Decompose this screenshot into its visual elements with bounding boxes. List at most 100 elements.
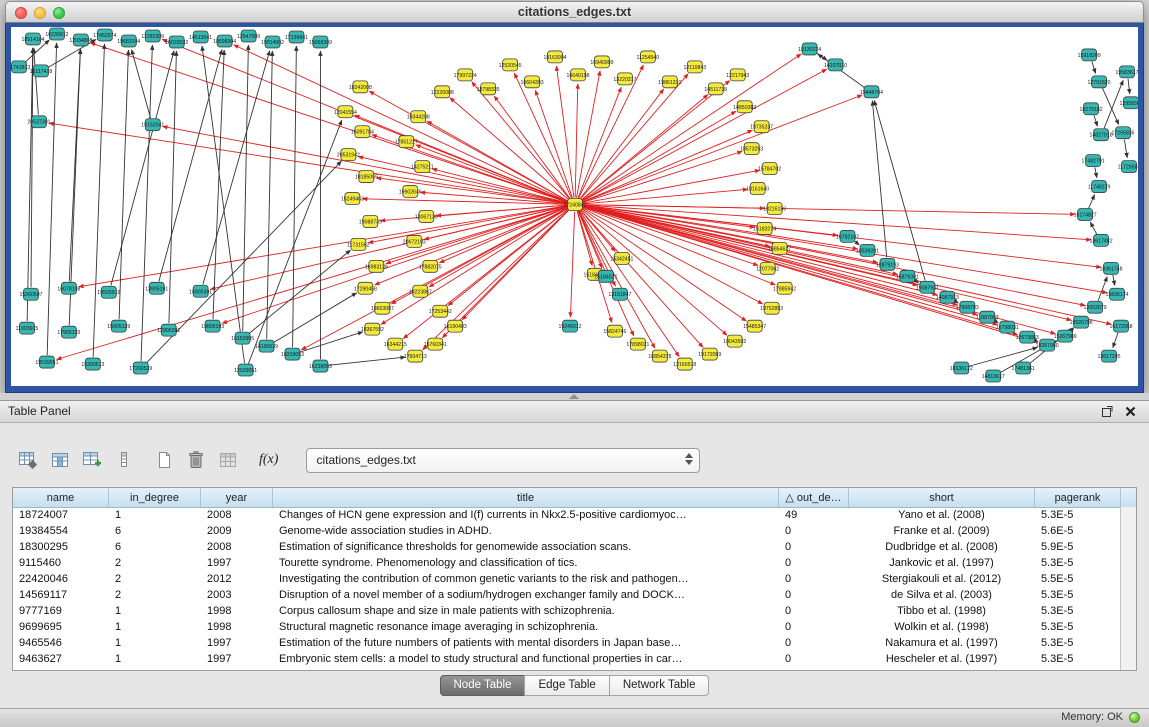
column-header-year[interactable]: year bbox=[201, 488, 273, 507]
graph-edge[interactable] bbox=[69, 49, 80, 281]
graph-node[interactable]: 12110843 bbox=[683, 61, 706, 73]
graph-edge[interactable] bbox=[243, 45, 249, 331]
graph-node[interactable]: 14513041 bbox=[189, 31, 212, 43]
graph-node[interactable]: 15918209 bbox=[1078, 49, 1101, 61]
table-select-dropdown[interactable]: citations_edges.txt bbox=[306, 448, 700, 473]
window-titlebar[interactable]: citations_edges.txt bbox=[5, 1, 1144, 23]
table-row[interactable]: 1830029562008Estimation of significance … bbox=[13, 539, 1121, 555]
graph-node[interactable]: 17885942 bbox=[773, 282, 796, 294]
graph-node[interactable]: 19088739 bbox=[359, 215, 382, 227]
graph-edge[interactable] bbox=[79, 206, 567, 287]
graph-node[interactable]: 14850383 bbox=[733, 101, 756, 113]
table-row[interactable]: 977716911998Corpus callosum shape and si… bbox=[13, 603, 1121, 619]
graph-node[interactable]: 16033032 bbox=[165, 36, 188, 48]
graph-node[interactable]: 16239053 bbox=[309, 360, 332, 372]
graph-node[interactable]: 15760341 bbox=[424, 338, 447, 350]
graph-node[interactable]: 12539051 bbox=[234, 364, 257, 376]
graph-node[interactable]: 12520545 bbox=[499, 59, 522, 71]
graph-edge[interactable] bbox=[210, 206, 567, 289]
graph-edge[interactable] bbox=[93, 44, 104, 357]
graph-edge[interactable] bbox=[579, 65, 644, 198]
graph-edge[interactable] bbox=[1113, 333, 1118, 348]
column-header-pagerank[interactable]: pagerank bbox=[1035, 488, 1121, 507]
graph-node[interactable]: 12160518 bbox=[673, 358, 696, 370]
graph-edge[interactable] bbox=[293, 46, 297, 347]
graph-node[interactable]: 15836174 bbox=[1106, 288, 1129, 300]
column-header-short[interactable]: short bbox=[849, 488, 1035, 507]
graph-edge[interactable] bbox=[1094, 115, 1098, 126]
graph-edge[interactable] bbox=[462, 209, 569, 319]
graph-edge[interactable] bbox=[816, 53, 827, 61]
graph-node[interactable]: 17908793 bbox=[956, 301, 979, 313]
float-panel-icon[interactable] bbox=[1102, 406, 1113, 417]
graph-edge[interactable] bbox=[583, 151, 743, 202]
graph-edge[interactable] bbox=[1128, 79, 1130, 94]
graph-node[interactable]: 16640198 bbox=[566, 69, 589, 81]
graph-node[interactable]: 16940999 bbox=[590, 56, 613, 68]
graph-edge[interactable] bbox=[49, 123, 567, 203]
show-columns-icon[interactable] bbox=[46, 447, 73, 474]
graph-edge[interactable] bbox=[203, 51, 270, 285]
graph-edge[interactable] bbox=[169, 51, 176, 323]
graph-edge[interactable] bbox=[328, 357, 405, 365]
graph-node[interactable]: 15069399 bbox=[309, 36, 332, 48]
graph-node[interactable]: 12034808 bbox=[69, 34, 92, 46]
graph-node[interactable]: 12679803 bbox=[1016, 331, 1039, 343]
graph-edge[interactable] bbox=[141, 45, 152, 361]
graph-edge[interactable] bbox=[273, 293, 356, 343]
graph-edge[interactable] bbox=[429, 208, 568, 287]
graph-node[interactable]: 12958361 bbox=[1119, 97, 1138, 109]
graph-edge[interactable] bbox=[301, 208, 568, 350]
graph-node[interactable]: 19505918 bbox=[97, 286, 120, 298]
graph-edge[interactable] bbox=[202, 46, 245, 363]
graph-node[interactable]: 11748279 bbox=[1088, 181, 1111, 193]
graph-node[interactable]: 18698904 bbox=[213, 35, 236, 47]
graph-node[interactable]: 12791820 bbox=[1088, 76, 1111, 88]
graph-edge[interactable] bbox=[1092, 61, 1096, 73]
graph-node[interactable]: 18242008 bbox=[349, 81, 372, 93]
graph-node[interactable]: 19245012 bbox=[558, 320, 581, 332]
graph-edge[interactable] bbox=[874, 100, 925, 280]
graph-edge[interactable] bbox=[581, 80, 730, 200]
graph-node[interactable]: 16782102 bbox=[836, 230, 859, 242]
graph-node[interactable]: 15267989 bbox=[1054, 330, 1077, 342]
minimize-window-button[interactable] bbox=[34, 7, 46, 19]
table-row[interactable]: 911546021997Tourette syndrome. Phenomeno… bbox=[13, 555, 1121, 571]
close-panel-icon[interactable] bbox=[1124, 405, 1137, 418]
graph-node[interactable]: 17290458 bbox=[354, 282, 377, 294]
graph-node[interactable]: 16983128 bbox=[365, 260, 388, 272]
graph-node[interactable]: 19583617 bbox=[1116, 66, 1138, 78]
table-row[interactable]: 2242004622012Investigating the contribut… bbox=[13, 571, 1121, 587]
graph-node[interactable]: 19223867 bbox=[409, 285, 432, 297]
graph-node[interactable]: 18161640 bbox=[746, 183, 769, 195]
graph-node[interactable]: 17997224 bbox=[454, 69, 477, 81]
tab-node-table[interactable]: Node Table bbox=[440, 675, 526, 696]
tab-edge-table[interactable]: Edge Table bbox=[524, 675, 609, 696]
graph-node[interactable]: 18367592 bbox=[361, 323, 384, 335]
zoom-window-button[interactable] bbox=[53, 7, 65, 19]
graph-edge[interactable] bbox=[577, 211, 612, 322]
graph-node[interactable]: 19172069 bbox=[698, 348, 721, 360]
column-header-out_degree[interactable]: △ out_de… bbox=[779, 488, 849, 507]
graph-node[interactable]: 12217943 bbox=[726, 69, 749, 81]
graph-node[interactable]: 17290539 bbox=[129, 362, 152, 374]
graph-edge[interactable] bbox=[213, 50, 224, 319]
graph-edge[interactable] bbox=[1095, 167, 1097, 177]
graph-node[interactable]: 17898021 bbox=[626, 338, 649, 350]
graph-node[interactable]: 15390513 bbox=[81, 358, 104, 370]
graph-node[interactable]: 11729583 bbox=[1118, 161, 1138, 173]
graph-node[interactable]: 14275211 bbox=[411, 161, 434, 173]
graph-node[interactable]: 16153905 bbox=[231, 332, 254, 344]
graph-node[interactable]: 17882075 bbox=[419, 260, 442, 272]
graph-edge[interactable] bbox=[1113, 275, 1115, 285]
graph-node[interactable]: 17482791 bbox=[1082, 155, 1105, 167]
graph-edge[interactable] bbox=[1090, 222, 1097, 234]
graph-node[interactable]: 20531942 bbox=[337, 149, 360, 161]
graph-edge[interactable] bbox=[583, 206, 1072, 320]
graph-node[interactable]: 18361748 bbox=[1100, 262, 1123, 274]
table-row[interactable]: 946362711997Embryonic stem cells: a mode… bbox=[13, 651, 1121, 667]
graph-edge[interactable] bbox=[448, 209, 569, 306]
graph-edge[interactable] bbox=[582, 208, 763, 304]
function-builder-button[interactable]: f(x) bbox=[254, 447, 283, 474]
graph-node[interactable]: 11282309 bbox=[141, 30, 164, 42]
